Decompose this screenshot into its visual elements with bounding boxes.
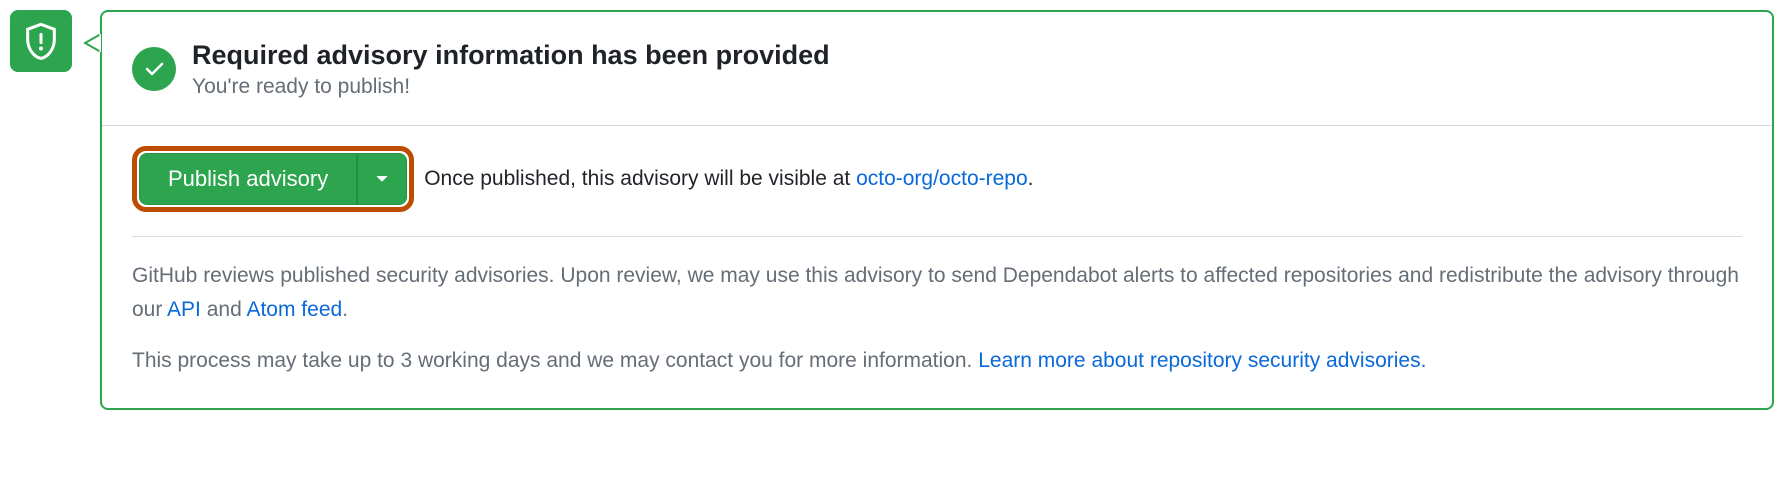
info-paragraph-1: GitHub reviews published security adviso… [132,259,1742,326]
publish-dropdown-button[interactable] [357,153,407,205]
header-title: Required advisory information has been p… [192,38,830,73]
atom-feed-link[interactable]: Atom feed [246,298,342,321]
speech-bubble-pointer [83,34,101,52]
info-text: and [201,298,247,321]
visibility-suffix: . [1028,167,1034,190]
caret-down-icon [376,175,388,183]
info-text: . [342,298,348,321]
repo-link[interactable]: octo-org/octo-repo [856,167,1028,190]
security-shield-badge [10,10,72,72]
info-text: This process may take up to 3 working da… [132,349,978,372]
publish-advisory-button[interactable]: Publish advisory [139,153,357,205]
api-link[interactable]: API [167,298,201,321]
learn-more-link[interactable]: Learn more about repository security adv… [978,349,1426,372]
advisory-card: Required advisory information has been p… [100,10,1774,410]
card-header: Required advisory information has been p… [102,12,1772,126]
info-paragraph-2: This process may take up to 3 working da… [132,344,1742,378]
publish-button-group-highlight: Publish advisory [132,146,414,212]
visibility-prefix: Once published, this advisory will be vi… [424,167,856,190]
check-circle-icon [132,47,176,91]
visibility-text: Once published, this advisory will be vi… [424,167,1033,191]
shield-alert-icon [21,21,61,61]
info-text: GitHub reviews published security adviso… [132,264,1739,321]
header-subtitle: You're ready to publish! [192,75,830,99]
